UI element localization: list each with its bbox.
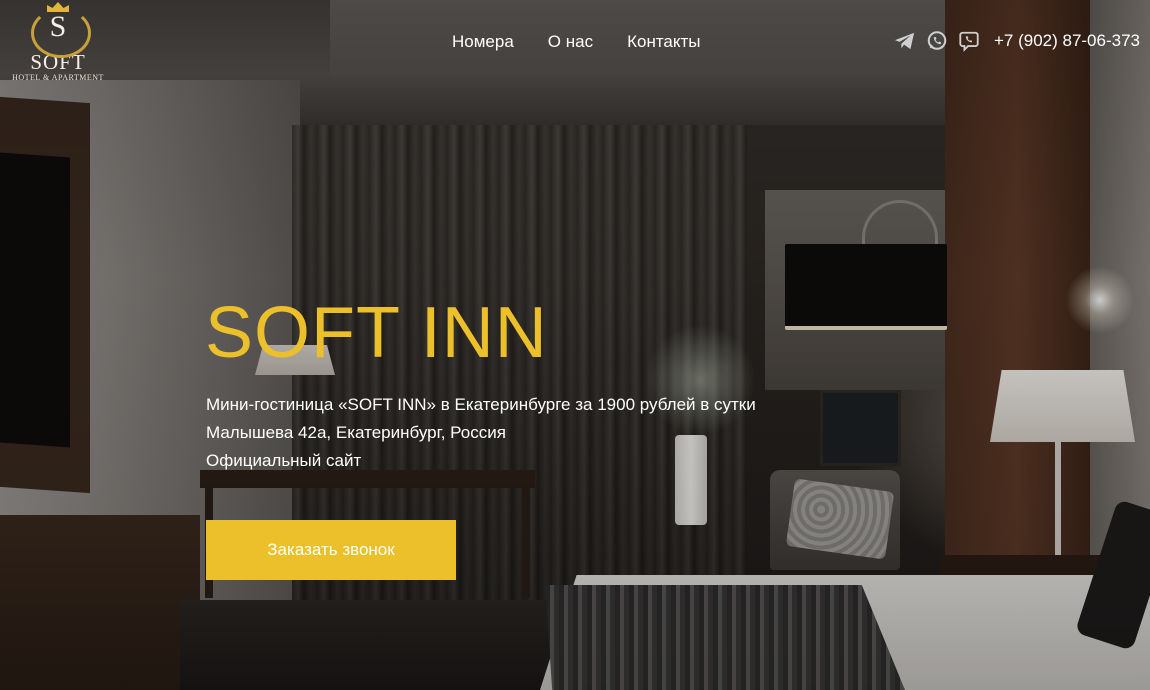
hero-background-image <box>0 0 1150 690</box>
hero-section: S SOFT HOTEL & APARTMENT Номера О нас Ко… <box>0 0 1150 690</box>
logo-subtitle: HOTEL & APARTMENT <box>12 73 104 82</box>
phone-link[interactable]: +7 (902) 87-06-373 <box>994 30 1140 52</box>
hero-title: SOFT INN <box>205 293 548 373</box>
telegram-icon[interactable] <box>894 30 916 52</box>
viber-icon[interactable] <box>958 30 980 52</box>
nav-item-contacts[interactable]: Контакты <box>627 32 700 52</box>
hero-official-site: Официальный сайт <box>206 451 362 470</box>
nav-item-about[interactable]: О нас <box>548 32 593 52</box>
logo-letter: S <box>49 10 67 43</box>
hero-tagline: Мини-гостиница «SOFT INN» в Екатеринбург… <box>206 395 756 414</box>
main-nav: Номера О нас Контакты <box>452 32 701 52</box>
header-contacts: +7 (902) 87-06-373 <box>894 30 1140 52</box>
scroll-down-link[interactable]: низ <box>0 668 18 688</box>
nav-item-rooms[interactable]: Номера <box>452 32 514 52</box>
request-call-button[interactable]: Заказать звонок <box>206 520 456 580</box>
logo-emblem-icon: S <box>27 2 91 58</box>
hero-description: Мини-гостиница «SOFT INN» в Екатеринбург… <box>206 391 756 475</box>
site-logo[interactable]: S SOFT HOTEL & APARTMENT <box>8 2 108 90</box>
whatsapp-icon[interactable] <box>926 30 948 52</box>
hero-address: Малышева 42а, Екатеринбург, Россия <box>206 423 506 442</box>
